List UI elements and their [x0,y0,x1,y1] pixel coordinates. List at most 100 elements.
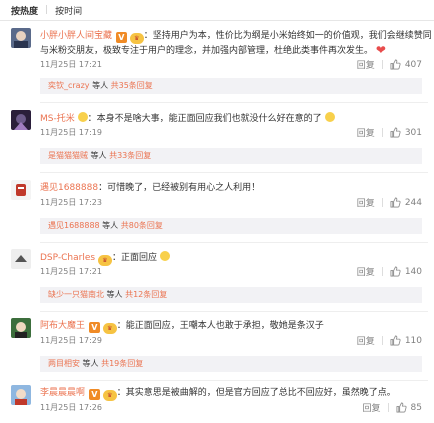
comment-actions: 回复 244 [357,196,422,210]
comment-actions: 回复 85 [363,401,422,415]
comment-line: 阿布大魔王 V ♛ ：能正面回应，王嘲本人也敢于承担，敬她是条汉子 [40,320,428,334]
avatar[interactable] [11,385,31,405]
reply-button[interactable]: 回复 [357,265,375,278]
username-link[interactable]: 小胖小胖人间宝藏 [40,31,112,41]
verified-badge-icon: V [88,389,100,400]
like-count: 140 [404,266,422,277]
sub-reply-username[interactable]: 是猫猫猫贼 [48,151,88,160]
reply-button[interactable]: 回复 [357,126,375,139]
comment-time: 11月25日 17:21 [40,60,102,69]
action-divider [381,267,383,276]
sub-reply-username[interactable]: 奕钦_crazy [48,81,90,90]
action-divider [387,403,389,412]
like-thumb-icon[interactable] [396,402,407,413]
comment-text: ：本身不是啥大事，能正面回应我们也就没什么好在意的了 [87,114,322,124]
comment-time: 11月25日 17:21 [40,267,102,276]
comment-text: ：坚持用户为本，性价比为纲是小米始终如一的价值观，我们会继续赞同 [143,31,432,41]
more-replies-link[interactable]: 共35条回复 [111,81,153,90]
vip-crown-icon: ♛ [102,323,117,334]
sub-reply-username[interactable]: 缺少一只猫南北 [48,290,104,299]
comment-actions: 回复 407 [357,58,422,72]
more-replies-link[interactable]: 共80条回复 [121,221,163,230]
vip-crown-icon: ♛ [102,390,117,401]
avatar[interactable] [11,110,31,130]
heart-emoji-icon: ❤ [375,43,386,57]
comment-line: 李晨晨晨啊 V ♛ ：其实意思是被曲解的，但是官方回应了总比不回应好，虽然晚了点。 [40,387,428,401]
like-count: 244 [404,197,422,208]
sub-replies-box[interactable]: 奕钦_crazy 等人 共35条回复 [40,78,422,94]
avatar[interactable] [11,28,31,48]
vip-crown-icon: ♛ [97,255,112,266]
like-thumb-icon[interactable] [390,335,401,346]
avatar[interactable] [11,180,31,200]
reply-button[interactable]: 回复 [357,196,375,209]
comment-divider [40,242,428,243]
action-divider [381,60,383,69]
sub-reply-mid: 等人 [88,151,110,160]
comment-actions: 回复 301 [357,126,422,140]
like-count: 407 [404,59,422,70]
smile-emoji-icon [324,112,335,122]
sub-reply-mid: 等人 [104,290,126,299]
comment-actions: 回复 140 [357,265,422,279]
comment-line: DSP-Charles ♛ ：正面回应 [40,251,428,266]
sub-reply-username[interactable]: 遇见1688888 [48,221,100,230]
sub-replies-box[interactable]: 缺少一只猫南北 等人 共12条回复 [40,287,422,303]
sort-by-hot-tab[interactable]: 按热度 [11,4,38,17]
avatar[interactable] [11,318,31,338]
sort-separator: | [45,5,49,15]
avatar[interactable] [11,249,31,269]
comment-divider [40,380,428,381]
thumbs-up-emoji-icon [77,112,88,122]
sub-reply-mid: 等人 [80,359,102,368]
sub-reply-mid: 等人 [99,221,121,230]
thumbs-up-emoji-icon [159,251,170,261]
comment-divider [40,172,428,173]
comment-text-line2: 与米粉交朋友，极致专注于用户的理念，并加强内部管理，杜绝此类事件再次发生。 [40,46,374,56]
comment-divider [40,311,428,312]
sub-reply-mid: 等人 [89,81,111,90]
verified-badge-icon: V [88,322,100,333]
sub-replies-box[interactable]: 两目相安 等人 共19条回复 [40,356,422,372]
comment-text: ：可惜晚了，已经被别有用心之人利用！ [98,183,261,193]
comment-divider [40,102,428,103]
sub-reply-username[interactable]: 两目相安 [48,359,80,368]
comment-actions: 回复 110 [357,334,422,348]
comment-text-line2-row: 与米粉交朋友，极致专注于用户的理念，并加强内部管理，杜绝此类事件再次发生。 ❤ [40,44,386,58]
like-count: 301 [404,127,422,138]
username-link[interactable]: 李晨晨晨啊 [40,388,85,398]
username-link[interactable]: 阿布大魔王 [40,321,85,331]
vip-crown-icon: ♛ [129,33,144,44]
username-link[interactable]: MS-托米 [40,114,75,124]
reply-button[interactable]: 回复 [357,58,375,71]
more-replies-link[interactable]: 共19条回复 [101,359,143,368]
reply-button[interactable]: 回复 [357,334,375,347]
comment-line: 遇见1688888：可惜晚了，已经被别有用心之人利用！ [40,182,428,195]
more-replies-link[interactable]: 共33条回复 [109,151,151,160]
like-thumb-icon[interactable] [390,266,401,277]
sort-by-time-tab[interactable]: 按时间 [55,4,82,17]
comment-time: 11月25日 17:26 [40,403,102,412]
action-divider [381,336,383,345]
comment-time: 11月25日 17:23 [40,198,102,207]
sub-replies-box[interactable]: 遇见1688888 等人 共80条回复 [40,218,422,234]
comment-line: MS-托米 ：本身不是啥大事，能正面回应我们也就没什么好在意的了 [40,112,428,126]
sub-replies-box[interactable]: 是猫猫猫贼 等人 共33条回复 [40,148,422,164]
action-divider [381,128,383,137]
comment-time: 11月25日 17:29 [40,336,102,345]
like-count: 110 [404,335,422,346]
like-thumb-icon[interactable] [390,127,401,138]
action-divider [381,198,383,207]
reply-button[interactable]: 回复 [363,401,381,414]
sort-bar: 按热度 | 按时间 [0,0,434,21]
username-link[interactable]: 遇见1688888 [40,183,98,193]
comment-text: ：正面回应 [111,253,157,263]
comment-line: 小胖小胖人间宝藏 V ♛ ：坚持用户为本，性价比为纲是小米始终如一的价值观，我们会… [40,30,432,44]
like-thumb-icon[interactable] [390,59,401,70]
comment-text: ：能正面回应，王嘲本人也敢于承担，敬她是条汉子 [116,321,324,331]
like-count: 85 [410,402,422,413]
username-link[interactable]: DSP-Charles [40,253,95,263]
comment-time: 11月25日 17:19 [40,128,102,137]
more-replies-link[interactable]: 共12条回复 [125,290,167,299]
like-thumb-icon[interactable] [390,197,401,208]
